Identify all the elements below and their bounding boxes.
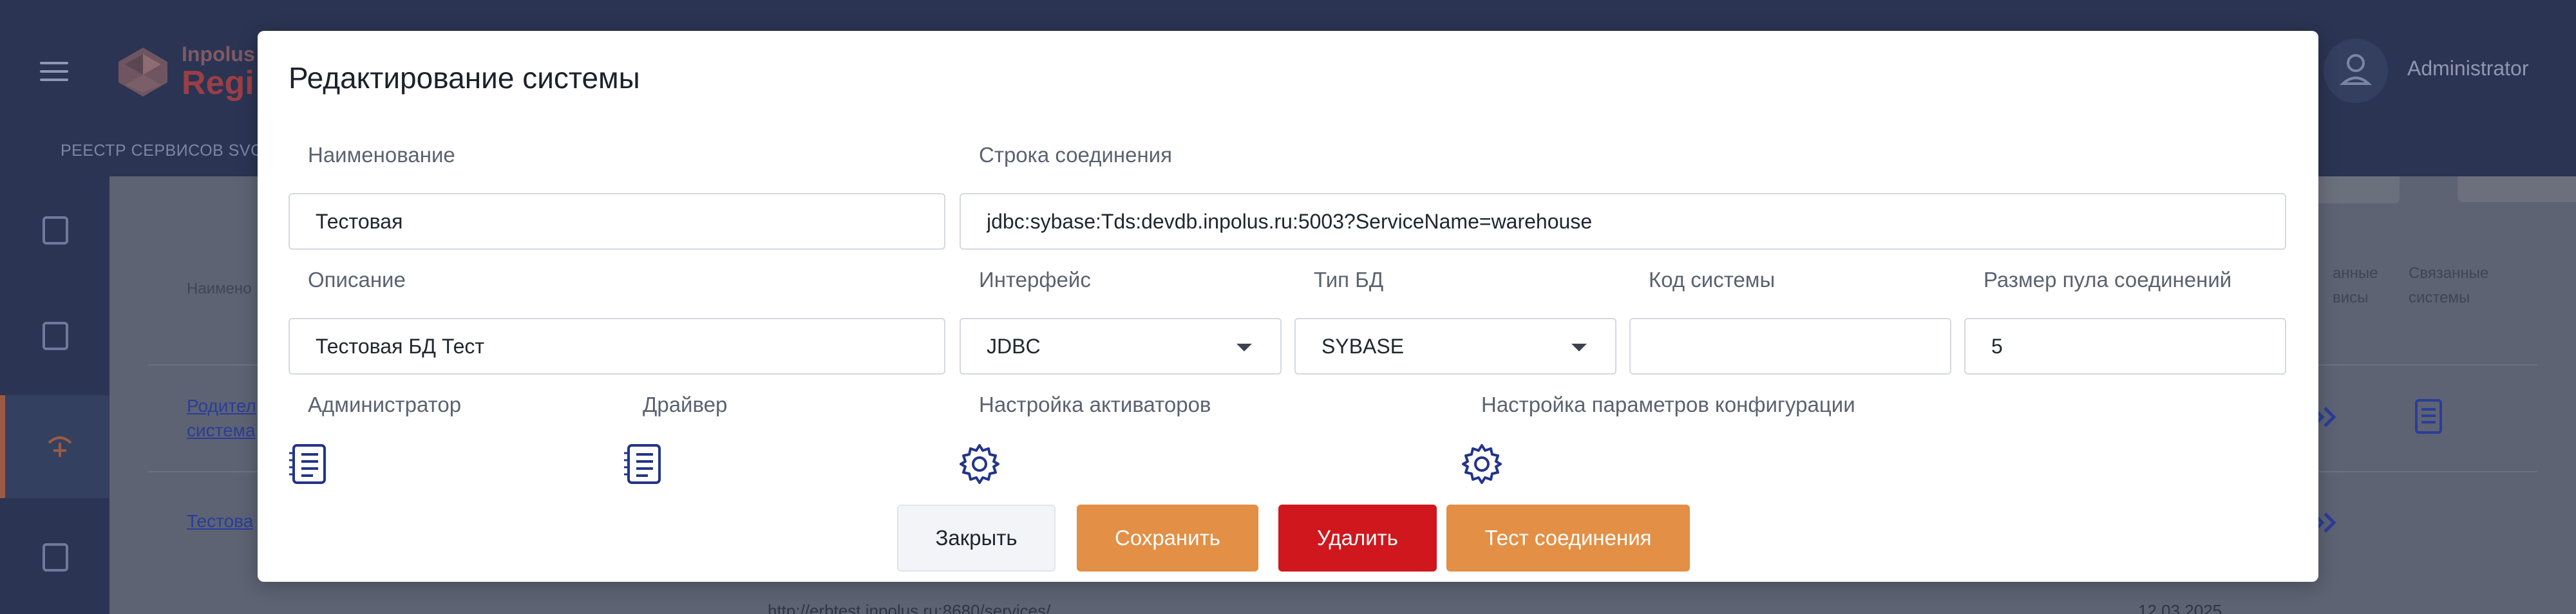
config-params-label: Настройка параметров конфигурации xyxy=(1481,393,1855,416)
interface-select-value: JDBC xyxy=(987,334,1041,358)
brand-logo-text: Inpolus Regi xyxy=(182,42,255,102)
table-row-link-parent-line2: система xyxy=(187,420,256,440)
close-button[interactable]: Закрыть xyxy=(897,505,1056,572)
name-field-wrapper xyxy=(289,193,945,250)
table-row-link-parent-line1: Родител xyxy=(187,396,256,416)
related-list-icon[interactable] xyxy=(2412,398,2445,435)
db-type-label: Тип БД xyxy=(1314,268,1384,292)
table-row-link-parent[interactable]: Родител система xyxy=(187,394,256,443)
menu-icon[interactable] xyxy=(40,62,68,81)
chevron-down-icon xyxy=(1571,344,1587,351)
activators-gear-icon[interactable] xyxy=(958,443,1001,485)
column-header-name: Наимено xyxy=(187,280,252,297)
connection-string-label: Строка соединения xyxy=(979,143,1172,167)
sidebar xyxy=(0,176,109,614)
system-code-input[interactable] xyxy=(1656,319,1950,373)
table-row-link-test[interactable]: Тестова xyxy=(187,511,253,532)
column-header-services-line1: анные xyxy=(2333,265,2378,282)
connection-string-field-wrapper xyxy=(960,193,2286,250)
description-field-wrapper xyxy=(289,318,945,375)
pool-size-field-wrapper xyxy=(1964,318,2286,375)
service-url-text: http://erbtest.inpolus.ru:8680/services/ xyxy=(768,601,1051,614)
column-header-services-line2: висы xyxy=(2333,289,2369,306)
db-type-select[interactable]: SYBASE xyxy=(1294,318,1616,375)
services-icon xyxy=(48,436,72,457)
save-button[interactable]: Сохранить xyxy=(1077,505,1258,572)
sidebar-item-storage[interactable] xyxy=(0,283,109,386)
user-name[interactable]: Administrator xyxy=(2407,57,2529,80)
chevron-down-icon xyxy=(1236,344,1252,351)
driver-label: Драйвер xyxy=(643,393,728,416)
user-icon xyxy=(2339,54,2372,85)
system-code-field-wrapper xyxy=(1629,318,1951,375)
storage-icon xyxy=(43,322,68,350)
name-input[interactable] xyxy=(316,194,944,248)
pool-size-label: Размер пула соединений xyxy=(1984,268,2232,292)
description-input[interactable] xyxy=(316,319,944,373)
search-button-bg[interactable] xyxy=(2458,176,2576,202)
administrator-list-document-icon[interactable] xyxy=(287,443,330,485)
brand-line2: Regi xyxy=(182,64,254,102)
config-params-gear-icon[interactable] xyxy=(1461,443,1503,485)
column-header-related-line2: системы xyxy=(2409,289,2470,306)
pool-size-input[interactable] xyxy=(1991,319,2285,373)
user-avatar[interactable] xyxy=(2324,39,2388,103)
service-date-text: 12.03.2025 xyxy=(2138,601,2222,614)
db-type-select-value: SYBASE xyxy=(1321,334,1405,358)
sidebar-item-book[interactable] xyxy=(0,506,109,609)
test-connection-button[interactable]: Тест соединения xyxy=(1446,505,1690,572)
driver-list-document-icon[interactable] xyxy=(622,443,665,485)
sidebar-item-documents[interactable] xyxy=(0,176,109,279)
system-code-label: Код системы xyxy=(1649,268,1776,292)
modal-title: Редактирование системы xyxy=(289,61,640,95)
logo-icon xyxy=(118,48,167,97)
column-header-services: анные висы xyxy=(2333,261,2378,310)
description-label: Описание xyxy=(308,268,406,292)
interface-select[interactable]: JDBC xyxy=(960,318,1282,375)
column-header-related-line1: Связанные xyxy=(2409,265,2489,282)
column-header-related: Связанные системы xyxy=(2409,261,2488,310)
edit-system-modal: Редактирование системы Наименование Стро… xyxy=(258,31,2318,582)
nav-tab-service-registry[interactable]: РЕЕСТР СЕРВИСОВ SVC xyxy=(61,142,263,160)
administrator-label: Администратор xyxy=(308,393,462,416)
name-label: Наименование xyxy=(308,143,455,167)
interface-label: Интерфейс xyxy=(979,268,1091,292)
connection-string-input[interactable] xyxy=(987,194,2285,248)
documents-icon xyxy=(43,216,68,245)
delete-button[interactable]: Удалить xyxy=(1278,505,1437,572)
book-icon xyxy=(43,543,68,572)
activators-label: Настройка активаторов xyxy=(979,393,1211,416)
brand-line1: Inpolus xyxy=(182,42,255,66)
sidebar-item-services[interactable] xyxy=(0,395,109,498)
